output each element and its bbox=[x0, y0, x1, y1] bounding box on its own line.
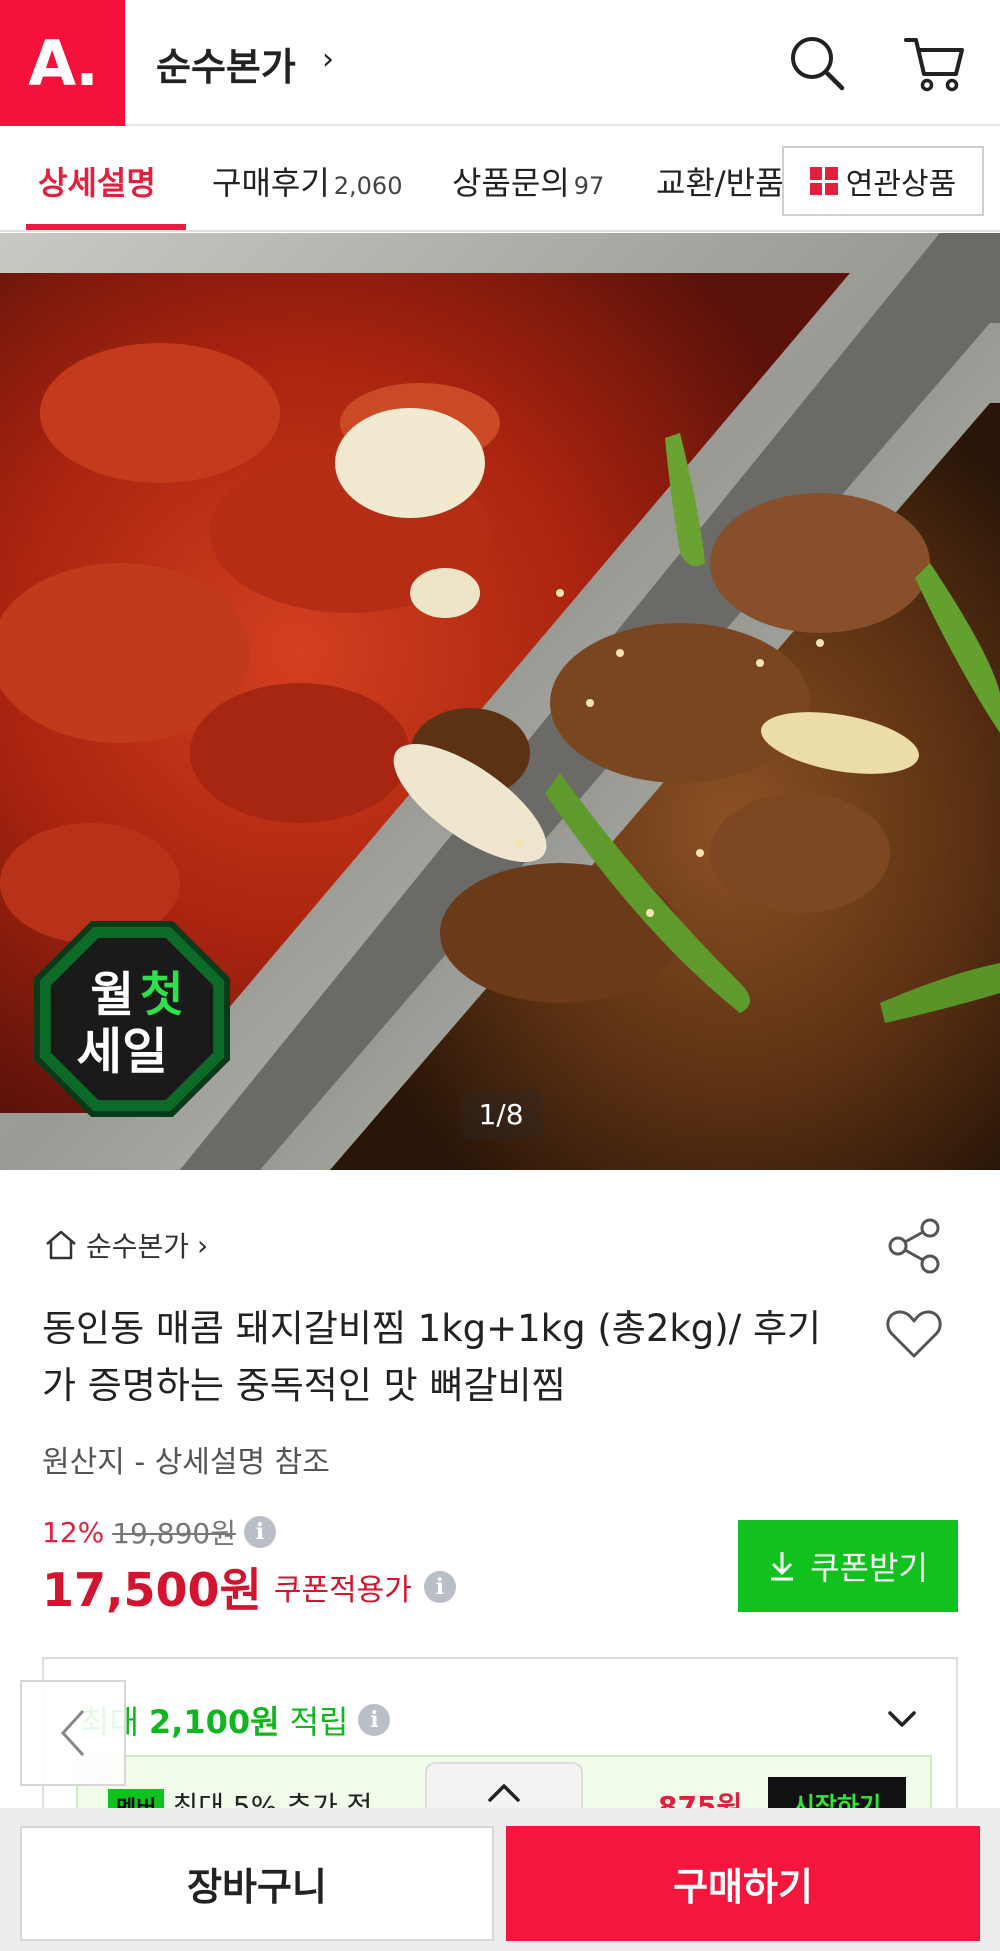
store-name-link[interactable]: 순수본가 bbox=[156, 36, 296, 91]
points-amount: 2,100원 bbox=[148, 1703, 280, 1741]
related-products-button[interactable]: 연관상품 bbox=[782, 146, 984, 216]
search-icon[interactable] bbox=[782, 28, 852, 98]
heart-icon[interactable] bbox=[884, 1304, 944, 1364]
chevron-up-icon bbox=[488, 1784, 520, 1802]
related-products-label: 연관상품 bbox=[845, 167, 957, 202]
tab-count: 2,060 bbox=[333, 172, 403, 200]
image-counter: 1/8 bbox=[461, 1090, 541, 1138]
origin-info: 원산지 - 상세설명 참조 bbox=[42, 1445, 330, 1480]
add-to-cart-button[interactable]: 장바구니 bbox=[20, 1826, 494, 1941]
badge-text-accent: 첫 bbox=[140, 968, 184, 1023]
badge-text-2: 세일 bbox=[77, 1023, 168, 1081]
tab-exchange[interactable]: 교환/반품 bbox=[656, 158, 785, 204]
cart-icon[interactable] bbox=[898, 28, 968, 98]
home-icon bbox=[46, 1230, 76, 1260]
product-title: 동인동 매콤 돼지갈비찜 1kg+1kg (총2kg)/ 후기가 증명하는 중독… bbox=[42, 1307, 822, 1407]
tab-description[interactable]: 상세설명 bbox=[38, 158, 156, 204]
active-tab-indicator bbox=[26, 224, 186, 230]
bottom-action-bar: 장바구니 구매하기 bbox=[0, 1808, 1000, 1951]
chevron-right-icon: › bbox=[322, 42, 334, 77]
grid-icon bbox=[809, 167, 838, 195]
points-summary[interactable]: 최대 2,100원 적립 i bbox=[80, 1697, 391, 1743]
coupon-price-note: 쿠폰적용가 bbox=[273, 1573, 412, 1608]
share-icon[interactable] bbox=[884, 1216, 944, 1276]
top-header: A. 순수본가 › bbox=[0, 0, 1000, 126]
app-logo[interactable]: A. bbox=[0, 0, 125, 126]
shop-link[interactable]: 순수본가 › bbox=[44, 1225, 208, 1265]
tab-count: 97 bbox=[573, 172, 605, 200]
coupon-button-label: 쿠폰받기 bbox=[810, 1549, 928, 1587]
discount-row: 12% 19,890원 i bbox=[42, 1512, 276, 1552]
chevron-down-icon[interactable] bbox=[882, 1699, 922, 1739]
badge-text-1: 월 bbox=[90, 968, 134, 1023]
logo-text: A. bbox=[28, 26, 99, 100]
price-row: 17,500원 쿠폰적용가 i bbox=[42, 1554, 456, 1620]
original-price: 19,890원 bbox=[112, 1517, 236, 1550]
tab-reviews[interactable]: 구매후기 2,060 bbox=[212, 158, 402, 204]
shop-link-label: 순수본가 bbox=[86, 1230, 190, 1263]
info-icon[interactable]: i bbox=[358, 1704, 391, 1736]
points-suffix: 적립 bbox=[289, 1703, 349, 1741]
sale-price: 17,500원 bbox=[42, 1563, 262, 1617]
discount-percent: 12% bbox=[42, 1515, 105, 1549]
info-icon[interactable]: i bbox=[243, 1516, 276, 1548]
tab-questions[interactable]: 상품문의 97 bbox=[452, 158, 604, 204]
info-icon[interactable]: i bbox=[423, 1571, 456, 1603]
download-icon bbox=[771, 1552, 794, 1581]
tab-label: 상세설명 bbox=[38, 164, 156, 202]
monthly-sale-badge: 월 첫 세일 bbox=[33, 920, 231, 1118]
back-button[interactable] bbox=[20, 1680, 126, 1786]
tab-label: 구매후기 bbox=[212, 164, 330, 202]
tab-label: 상품문의 bbox=[452, 164, 570, 202]
buy-now-button[interactable]: 구매하기 bbox=[506, 1826, 980, 1941]
get-coupon-button[interactable]: 쿠폰받기 bbox=[738, 1520, 958, 1612]
tab-label: 교환/반품 bbox=[656, 164, 785, 202]
chevron-left-icon bbox=[60, 1709, 85, 1757]
chevron-right-icon: › bbox=[197, 1228, 209, 1262]
